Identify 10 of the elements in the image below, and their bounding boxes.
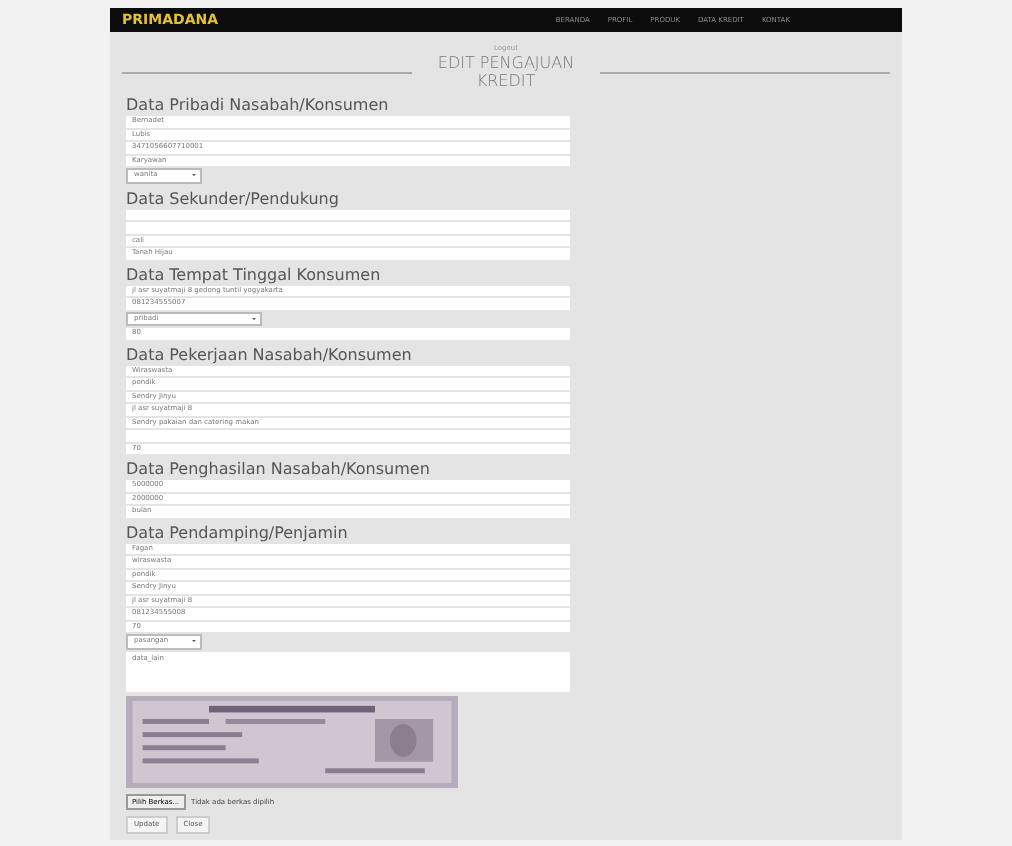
section-heading: Data Pribadi Nasabah/Konsumen bbox=[126, 96, 391, 116]
section-heading: Data Pekerjaan Nasabah/Konsumen bbox=[126, 345, 414, 365]
section-heading: Data Penghasilan Nasabah/Konsumen bbox=[126, 460, 432, 480]
page-title: EDIT PENGAJUAN KREDIT bbox=[436, 54, 576, 90]
input-field[interactable] bbox=[126, 222, 570, 233]
section-heading: Data Tempat Tinggal Konsumen bbox=[126, 265, 383, 284]
section-heading: Data Pendamping/Penjamin bbox=[126, 523, 350, 543]
input-field[interactable] bbox=[126, 209, 570, 220]
section-heading: Data Sekunder/Pendukung bbox=[126, 189, 341, 209]
input-field[interactable] bbox=[126, 430, 570, 441]
